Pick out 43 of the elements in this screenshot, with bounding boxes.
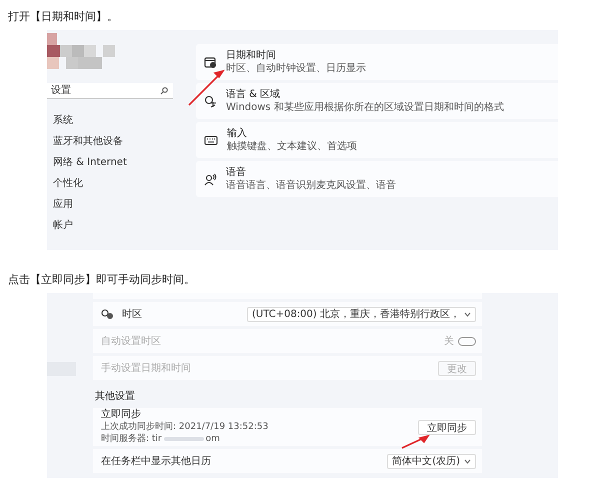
search-field[interactable]: 设置	[47, 83, 173, 99]
sync-now-button[interactable]: 立即同步	[418, 420, 476, 434]
setting-label: 在任务栏中显示其他日历	[101, 454, 211, 468]
search-icon	[160, 87, 168, 95]
person-speaking-icon	[204, 172, 217, 186]
instruction-text: 点击【立即同步】即可手动同步时间。	[8, 272, 195, 287]
card-description: 语音语言、语音识别麦克风设置、语音	[226, 180, 396, 192]
clocks-icon	[101, 308, 114, 320]
setting-label: 自动设置时区	[101, 334, 161, 348]
calendar-dropdown[interactable]: 简体中文(农历)	[387, 454, 476, 468]
last-sync-text: 上次成功同步时间: 2021/7/19 13:52:53	[101, 421, 268, 433]
toggle-state: 关	[444, 334, 454, 348]
card-title: 语言 & 区域	[226, 88, 282, 100]
setting-label: 时区	[122, 308, 142, 321]
keyboard-icon	[204, 134, 218, 146]
chevron-down-icon	[464, 458, 471, 464]
card-title: 语音	[226, 166, 247, 178]
section-heading: 其他设置	[95, 390, 135, 403]
nav-item[interactable]: 系统	[53, 113, 173, 128]
nav-item[interactable]: 应用	[53, 197, 173, 212]
card-title: 输入	[227, 128, 248, 140]
setting-label: 手动设置日期和时间	[101, 362, 191, 375]
nav-item[interactable]: 帐户	[53, 218, 173, 233]
setting-title: 立即同步	[101, 409, 142, 421]
nav-item[interactable]: 个性化	[53, 176, 173, 191]
chevron-down-icon	[464, 312, 471, 316]
time-zone-dropdown[interactable]: (UTC+08:00) 北京，重庆，香港特别行政区，	[246, 306, 476, 322]
settings-card[interactable]: 语言 & 区域 Windows 和某些应用根据你所在的区域设置日期和时间的格式	[196, 83, 558, 119]
language-icon	[204, 94, 217, 108]
pointer-arrow	[400, 434, 430, 450]
time-server-text: om	[206, 433, 220, 445]
card-title: 日期和时间	[226, 50, 277, 62]
card-description: 时区、自动时钟设置、日历显示	[226, 62, 366, 74]
instruction-text: 打开【日期和时间】。	[8, 9, 118, 24]
nav-item[interactable]: 网络 & Internet	[53, 155, 173, 170]
card-description: Windows 和某些应用根据你所在的区域设置日期和时间的格式	[226, 102, 504, 114]
settings-card[interactable]: 日期和时间 时区、自动时钟设置、日历显示	[196, 44, 558, 80]
card-description: 触摸键盘、文本建议、首选项	[227, 140, 357, 152]
settings-card[interactable]: 输入 触摸键盘、文本建议、首选项	[196, 122, 558, 158]
time-server-text: 时间服务器: tir	[101, 433, 162, 445]
calendar-clock-icon	[204, 56, 217, 68]
nav-item[interactable]: 蓝牙和其他设备	[53, 134, 173, 149]
settings-card[interactable]: 语音 语音语言、语音识别麦克风设置、语音	[196, 161, 558, 197]
